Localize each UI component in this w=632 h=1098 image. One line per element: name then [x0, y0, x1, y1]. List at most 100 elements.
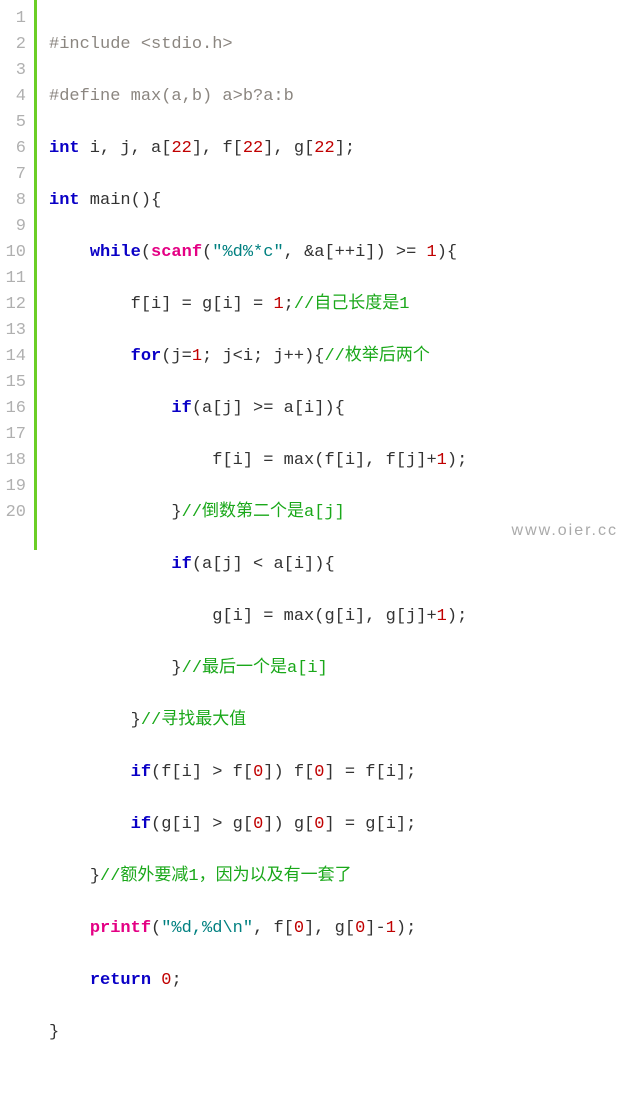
line-number: 13: [4, 318, 26, 344]
code-text: }: [49, 1023, 59, 1042]
code-line: #define max(a,b) a>b?a:b: [49, 84, 632, 110]
code-text: ;: [171, 971, 181, 990]
indent: [49, 243, 90, 262]
code-line: if(a[j] >= a[i]){: [49, 396, 632, 422]
code-line: while(scanf("%d%*c", &a[++i]) >= 1){: [49, 240, 632, 266]
line-number: 1: [4, 6, 26, 32]
code-line: if(g[i] > g[0]) g[0] = g[i];: [49, 812, 632, 838]
line-number: 19: [4, 474, 26, 500]
code-text: f[i] = g[i] =: [131, 295, 274, 314]
code-text: }: [171, 503, 181, 522]
number: 1: [386, 919, 396, 938]
code-line: }//最后一个是a[i]: [49, 656, 632, 682]
indent: [49, 451, 212, 470]
line-number: 14: [4, 344, 26, 370]
code-text: ];: [335, 139, 355, 158]
code-line: }//额外要减1，因为以及有一套了: [49, 864, 632, 890]
line-number: 5: [4, 110, 26, 136]
keyword: if: [131, 763, 151, 782]
code-text: (j=: [161, 347, 192, 366]
code-text: ]-: [365, 919, 385, 938]
code-text: (: [141, 243, 151, 262]
keyword: while: [90, 243, 141, 262]
code-line: g[i] = max(g[i], g[j]+1);: [49, 604, 632, 630]
code-line: printf("%d,%d\n", f[0], g[0]-1);: [49, 916, 632, 942]
code-text: (a[j] >= a[i]){: [192, 399, 345, 418]
preprocessor: #define max(a,b) a>b?a:b: [49, 87, 294, 106]
code-line: int i, j, a[22], f[22], g[22];: [49, 136, 632, 162]
number: 0: [294, 919, 304, 938]
number: 1: [437, 451, 447, 470]
comment: //最后一个是a[i]: [182, 659, 328, 678]
keyword: int: [49, 191, 80, 210]
comment: //倒数第二个是a[j]: [182, 503, 345, 522]
line-number: 4: [4, 84, 26, 110]
string: "%d%*c": [212, 243, 283, 262]
indent: [49, 919, 90, 938]
keyword: if: [171, 555, 191, 574]
code-text: ){: [437, 243, 457, 262]
line-number: 16: [4, 396, 26, 422]
line-number: 12: [4, 292, 26, 318]
line-number: 18: [4, 448, 26, 474]
number: 22: [171, 139, 191, 158]
indent: [49, 347, 131, 366]
number: 0: [355, 919, 365, 938]
code-text: (g[i] > g[: [151, 815, 253, 834]
code-text: , &a[++i]) >=: [284, 243, 427, 262]
number: 0: [161, 971, 171, 990]
code-text: i, j, a[: [80, 139, 172, 158]
indent: [49, 711, 131, 730]
string: "%d,%d\n": [161, 919, 253, 938]
keyword: if: [131, 815, 151, 834]
comment: //自己长度是1: [294, 295, 410, 314]
keyword: for: [131, 347, 162, 366]
comment: //寻找最大值: [141, 711, 246, 730]
code-line: #include <stdio.h>: [49, 32, 632, 58]
code-line: }//寻找最大值: [49, 708, 632, 734]
number: 22: [243, 139, 263, 158]
number: 1: [427, 243, 437, 262]
number: 1: [437, 607, 447, 626]
code-text: g[i] = max(g[i], g[j]+: [212, 607, 436, 626]
indent: [49, 399, 171, 418]
code-text: main(){: [80, 191, 162, 210]
preprocessor: #include <stdio.h>: [49, 35, 233, 54]
code-text: f[i] = max(f[i], f[j]+: [212, 451, 436, 470]
indent: [49, 503, 171, 522]
code-text: , f[: [253, 919, 294, 938]
code-line: if(f[i] > f[0]) f[0] = f[i];: [49, 760, 632, 786]
code-text: ; j<i; j++){: [202, 347, 324, 366]
line-number: 15: [4, 370, 26, 396]
indent: [49, 815, 131, 834]
keyword: if: [171, 399, 191, 418]
number: 0: [314, 763, 324, 782]
code-text: ], f[: [192, 139, 243, 158]
code-line: }: [49, 1020, 632, 1046]
code-text: );: [447, 451, 467, 470]
code-view: 1 2 3 4 5 6 7 8 9 10 11 12 13 14 15 16 1…: [0, 0, 632, 550]
line-number: 9: [4, 214, 26, 240]
code-text: ] = g[i];: [324, 815, 416, 834]
code-text: (: [151, 919, 161, 938]
line-number: 3: [4, 58, 26, 84]
code-text: (: [202, 243, 212, 262]
line-number: 6: [4, 136, 26, 162]
line-number: 2: [4, 32, 26, 58]
code-text: ], g[: [263, 139, 314, 158]
comment: //额外要减1，因为以及有一套了: [100, 867, 352, 886]
number: 1: [192, 347, 202, 366]
number: 0: [314, 815, 324, 834]
code-text: [151, 971, 161, 990]
code-text: (a[j] < a[i]){: [192, 555, 335, 574]
line-number: 10: [4, 240, 26, 266]
line-number: 8: [4, 188, 26, 214]
comment: //枚举后两个: [324, 347, 429, 366]
indent: [49, 607, 212, 626]
code-text: (f[i] > f[: [151, 763, 253, 782]
code-text: );: [447, 607, 467, 626]
code-line: int main(){: [49, 188, 632, 214]
code-line: f[i] = g[i] = 1;//自己长度是1: [49, 292, 632, 318]
code-text: }: [90, 867, 100, 886]
function-scanf: scanf: [151, 243, 202, 262]
